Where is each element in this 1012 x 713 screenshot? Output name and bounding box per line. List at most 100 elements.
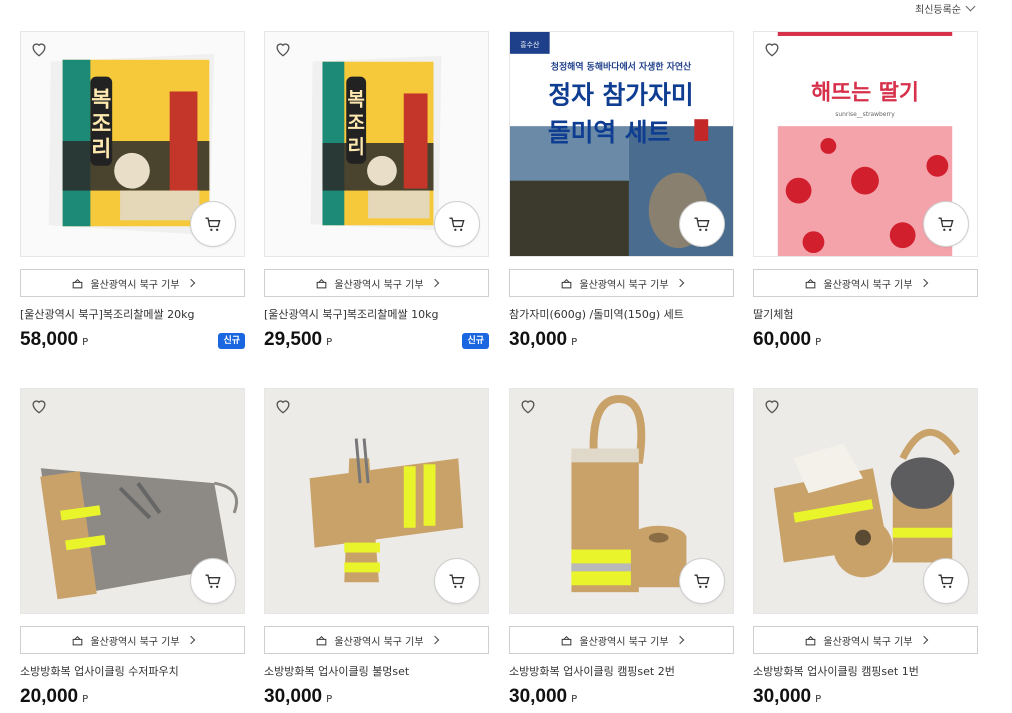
product-image[interactable] <box>264 388 489 614</box>
product-card[interactable]: 흥수산 청정해역 동해바다에서 자생한 자연산 정자 참가자미 돌미역 세트 울… <box>509 31 734 355</box>
price-unit: P <box>815 694 822 705</box>
cart-icon <box>205 574 221 588</box>
price-unit: P <box>571 694 578 705</box>
donation-box-icon <box>73 635 83 645</box>
add-to-cart-button[interactable] <box>679 201 725 247</box>
product-image[interactable] <box>753 388 978 614</box>
donate-button[interactable]: 울산광역시 북구 기부 <box>753 269 978 297</box>
product-image[interactable]: 복 조 리 <box>264 31 489 257</box>
cart-icon <box>205 217 221 231</box>
product-image[interactable]: 복 조 리 <box>20 31 245 257</box>
donate-label: 울산광역시 북구 기부 <box>90 279 180 291</box>
donate-label: 울산광역시 북구 기부 <box>823 636 913 648</box>
product-name[interactable]: 소방방화복 업사이클링 캠핑set 1번 <box>753 663 978 679</box>
sort-label: 최신등록순 <box>915 4 961 16</box>
add-to-cart-button[interactable] <box>923 558 969 604</box>
product-card[interactable]: 해뜨는 딸기 sunrise__strawberry 울산광역시 북구 기부 딸… <box>753 31 978 355</box>
add-to-cart-button[interactable] <box>434 201 480 247</box>
heart-icon[interactable] <box>762 396 782 416</box>
donation-box-icon <box>317 278 327 288</box>
product-name[interactable]: 참가자미(600g) /돌미역(150g) 세트 <box>509 306 734 322</box>
product-name[interactable]: 소방방화복 업사이클링 수저파우치 <box>20 663 245 679</box>
product-price: 30,000 <box>753 686 812 707</box>
image-subtitle: 청정해역 동해바다에서 자생한 자연산 <box>551 61 692 73</box>
image-title-1: 정자 참가자미 <box>548 80 693 109</box>
donate-button[interactable]: 울산광역시 북구 기부 <box>753 626 978 654</box>
image-title-2: 돌미역 세트 <box>548 118 671 147</box>
product-price: 30,000 <box>509 686 568 707</box>
add-to-cart-button[interactable] <box>679 558 725 604</box>
chevron-right-icon <box>430 278 439 288</box>
price-unit: P <box>571 337 578 348</box>
product-card[interactable]: 울산광역시 북구 기부 소방방화복 업사이클링 수저파우치 20,000 P <box>20 388 245 712</box>
donate-button[interactable]: 울산광역시 북구 기부 <box>509 269 734 297</box>
product-price: 30,000 <box>509 329 568 350</box>
chevron-right-icon <box>919 635 928 645</box>
add-to-cart-button[interactable] <box>190 558 236 604</box>
donate-label: 울산광역시 북구 기부 <box>823 279 913 291</box>
chevron-right-icon <box>675 635 684 645</box>
product-name[interactable]: [울산광역시 북구]복조리찰메쌀 20kg <box>20 306 245 322</box>
sort-dropdown[interactable]: 최신등록순 <box>915 0 976 16</box>
donate-button[interactable]: 울산광역시 북구 기부 <box>20 269 245 297</box>
heart-icon[interactable] <box>518 396 538 416</box>
price-unit: P <box>326 694 333 705</box>
cart-icon <box>694 217 710 231</box>
donation-box-icon <box>806 278 816 288</box>
chevron-right-icon <box>919 278 928 288</box>
chevron-right-icon <box>430 635 439 645</box>
donate-button[interactable]: 울산광역시 북구 기부 <box>20 626 245 654</box>
new-badge: 신규 <box>218 333 245 349</box>
donate-button[interactable]: 울산광역시 북구 기부 <box>264 269 489 297</box>
svg-text:조: 조 <box>348 113 365 134</box>
cart-icon <box>938 574 954 588</box>
product-image[interactable] <box>509 388 734 614</box>
svg-text:리: 리 <box>348 136 365 158</box>
donate-button[interactable]: 울산광역시 북구 기부 <box>509 626 734 654</box>
donate-label: 울산광역시 북구 기부 <box>334 636 424 648</box>
donation-box-icon <box>73 278 83 288</box>
product-card[interactable]: 복 조 리 울산광역시 북구 기부 [울산광역시 북구]복조리찰메쌀 20kg … <box>20 31 245 355</box>
cart-icon <box>694 574 710 588</box>
add-to-cart-button[interactable] <box>434 558 480 604</box>
donation-box-icon <box>562 635 572 645</box>
svg-text:리: 리 <box>91 137 111 162</box>
new-badge: 신규 <box>462 333 489 349</box>
donate-label: 울산광역시 북구 기부 <box>579 279 669 291</box>
chevron-right-icon <box>675 278 684 288</box>
product-name[interactable]: 소방방화복 업사이클링 불멍set <box>264 663 489 679</box>
product-price: 58,000 <box>20 329 79 350</box>
product-card[interactable]: 울산광역시 북구 기부 소방방화복 업사이클링 캠핑set 1번 30,000 … <box>753 388 978 712</box>
price-unit: P <box>82 694 89 705</box>
seafood-logo: 흥수산 <box>520 40 540 49</box>
product-image[interactable] <box>20 388 245 614</box>
donation-box-icon <box>317 635 327 645</box>
heart-icon[interactable] <box>273 39 293 59</box>
product-image[interactable]: 흥수산 청정해역 동해바다에서 자생한 자연산 정자 참가자미 돌미역 세트 <box>509 31 734 257</box>
heart-icon[interactable] <box>29 39 49 59</box>
donate-label: 울산광역시 북구 기부 <box>579 636 669 648</box>
add-to-cart-button[interactable] <box>190 201 236 247</box>
heart-icon[interactable] <box>29 396 49 416</box>
product-card[interactable]: 울산광역시 북구 기부 소방방화복 업사이클링 캠핑set 2번 30,000 … <box>509 388 734 712</box>
chevron-right-icon <box>186 635 195 645</box>
price-unit: P <box>82 337 89 348</box>
product-price: 29,500 <box>264 329 323 350</box>
cart-icon <box>449 217 465 231</box>
donation-box-icon <box>806 635 816 645</box>
heart-icon[interactable] <box>273 396 293 416</box>
add-to-cart-button[interactable] <box>923 201 969 247</box>
product-name[interactable]: [울산광역시 북구]복조리찰메쌀 10kg <box>264 306 489 322</box>
cart-icon <box>938 217 954 231</box>
product-card[interactable]: 복 조 리 울산광역시 북구 기부 [울산광역시 북구]복조리찰메쌀 10kg … <box>264 31 489 355</box>
heart-icon[interactable] <box>762 39 782 59</box>
donate-button[interactable]: 울산광역시 북구 기부 <box>264 626 489 654</box>
donation-box-icon <box>562 278 572 288</box>
product-name[interactable]: 딸기체험 <box>753 306 978 322</box>
product-card[interactable]: 울산광역시 북구 기부 소방방화복 업사이클링 불멍set 30,000 P <box>264 388 489 712</box>
price-unit: P <box>326 337 333 348</box>
donate-label: 울산광역시 북구 기부 <box>90 636 180 648</box>
product-image[interactable]: 해뜨는 딸기 sunrise__strawberry <box>753 31 978 257</box>
svg-text:조: 조 <box>91 112 111 137</box>
product-name[interactable]: 소방방화복 업사이클링 캠핑set 2번 <box>509 663 734 679</box>
